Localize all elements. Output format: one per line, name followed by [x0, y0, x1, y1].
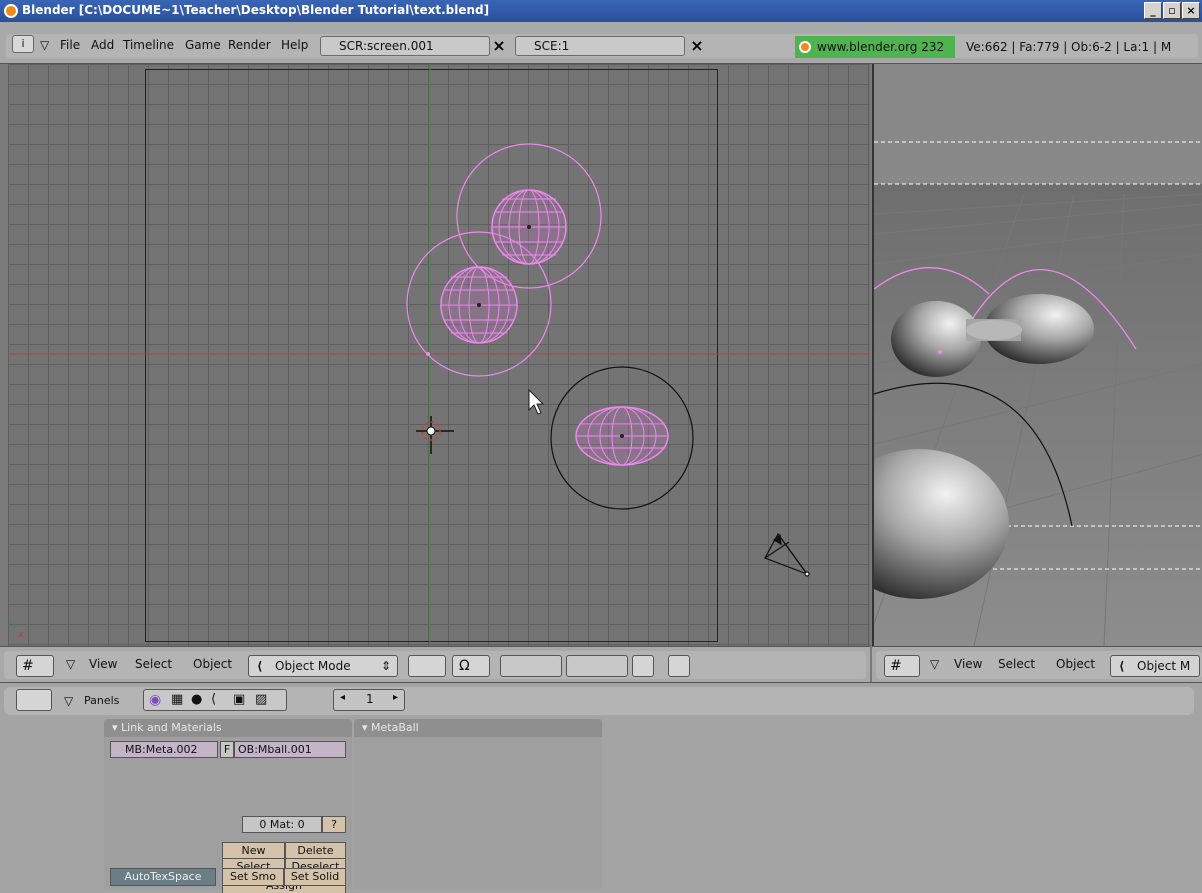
mb-datablock-field[interactable]: MB:Meta.002	[110, 741, 218, 758]
viewport-header-right: # ▽ View Select Object Object M ⟨	[872, 646, 1202, 682]
menu-file[interactable]: File	[60, 38, 80, 52]
new-material-button[interactable]: New	[222, 842, 285, 859]
window-titlebar: Blender [C:\DOCUME~1\Teacher\Desktop\Ble…	[0, 0, 1202, 22]
set-smooth-button[interactable]: Set Smo	[222, 868, 284, 886]
screen-field[interactable]: SCR:screen.001	[320, 36, 490, 56]
website-label: www.blender.org 232	[795, 36, 955, 58]
metaball-single	[550, 366, 694, 510]
buttons-window: ▽ Panels ◉ ▦ ● ⟨ ▣ ▨ ◂ 1 ▸ ▾ Link and Ma…	[0, 682, 1202, 893]
menu-render[interactable]: Render	[228, 38, 271, 52]
blender-orange-icon	[799, 41, 811, 53]
delete-scene-x-icon[interactable]: ×	[688, 36, 706, 56]
ob-datablock-field[interactable]: OB:Mball.001	[234, 741, 346, 758]
material-query-button[interactable]: ?	[322, 816, 346, 833]
viewport-scene	[8, 64, 870, 646]
camera-object-icon	[764, 532, 810, 577]
viewport-type-grid-icon[interactable]: #	[16, 655, 54, 677]
3d-viewport-main[interactable]: y x	[8, 64, 870, 646]
minimize-button[interactable]: _	[1144, 2, 1162, 19]
layer-buttons-right[interactable]	[566, 655, 628, 677]
pivot-icon[interactable]: Ω	[452, 655, 490, 677]
menu-game[interactable]: Game	[185, 38, 221, 52]
link-materials-panel: ▾ Link and Materials MB:Meta.002 F OB:Mb…	[104, 719, 352, 893]
layer-buttons-left[interactable]	[500, 655, 562, 677]
window-title: Blender [C:\DOCUME~1\Teacher\Desktop\Ble…	[22, 3, 490, 17]
metaball-panel-header[interactable]: ▾ MetaBall	[354, 719, 602, 737]
chevron-updown-icon: ⇕	[380, 659, 391, 673]
collapse-triangle-icon[interactable]: ▽	[66, 657, 75, 671]
collapse-triangle-icon[interactable]: ▽	[40, 38, 49, 52]
material-index-stepper[interactable]: 0 Mat: 0	[242, 816, 322, 833]
lock-icon[interactable]	[632, 655, 654, 677]
delete-material-button[interactable]: Delete	[285, 842, 346, 859]
delete-screen-x-icon[interactable]: ×	[490, 36, 508, 56]
scene-field[interactable]: SCE:1	[515, 36, 685, 56]
3d-viewport-right[interactable]	[872, 64, 1202, 646]
metaball-pair	[406, 143, 602, 377]
set-solid-button[interactable]: Set Solid	[284, 868, 346, 886]
buttons-window-type-icon[interactable]	[16, 689, 52, 711]
panels-label: Panels	[84, 694, 120, 707]
menu-help[interactable]: Help	[281, 38, 308, 52]
menu-timeline[interactable]: Timeline	[123, 38, 174, 52]
link-materials-panel-header[interactable]: ▾ Link and Materials	[104, 719, 352, 737]
3d-cursor-icon	[416, 416, 454, 454]
context-icons[interactable]: ◉ ▦ ● ⟨ ▣ ▨	[143, 689, 287, 711]
viewport-header-main: # ▽ View Select Object Object Mode ⟨ ⇕ Ω	[0, 646, 870, 682]
info-window-type-icon[interactable]: i	[12, 35, 34, 53]
menu-view-right[interactable]: View	[954, 657, 982, 671]
collapse-triangle-icon-panels[interactable]: ▽	[64, 694, 73, 708]
axis-y-label: y	[12, 620, 18, 630]
menu-select-right[interactable]: Select	[998, 657, 1035, 671]
scene-stats: Ve:662 | Fa:779 | Ob:6-2 | La:1 | M	[966, 40, 1172, 54]
draw-type-icon[interactable]	[408, 655, 446, 677]
collapse-triangle-icon-right[interactable]: ▽	[930, 657, 939, 671]
fake-user-button[interactable]: F	[220, 741, 234, 758]
menu-object[interactable]: Object	[193, 657, 232, 671]
frame-stepper[interactable]: ◂ 1 ▸	[333, 689, 405, 711]
menu-view[interactable]: View	[89, 657, 117, 671]
mouse-pointer-icon	[528, 388, 545, 415]
blender-app: Blender [C:\DOCUME~1\Teacher\Desktop\Ble…	[0, 0, 1202, 893]
right-viewport-scene	[874, 64, 1202, 646]
menu-add[interactable]: Add	[91, 38, 114, 52]
close-button[interactable]: ×	[1182, 2, 1200, 19]
metaball-panel: ▾ MetaBall	[354, 719, 602, 889]
axis-x-label: x	[18, 630, 24, 640]
object-mode-dropdown[interactable]: Object Mode ⟨ ⇕	[248, 655, 398, 677]
menu-object-right[interactable]: Object	[1056, 657, 1095, 671]
object-mode-icon-right: ⟨	[1119, 659, 1125, 673]
object-mode-dropdown-right[interactable]: Object M ⟨	[1110, 655, 1200, 677]
render-preview-icon[interactable]	[668, 655, 690, 677]
maximize-button[interactable]: ▫	[1163, 2, 1181, 19]
menu-select[interactable]: Select	[135, 657, 172, 671]
autotexspace-toggle[interactable]: AutoTexSpace	[110, 868, 216, 886]
blender-logo-icon	[4, 4, 18, 18]
viewport-type-grid-icon-right[interactable]: #	[884, 655, 920, 677]
object-mode-icon: ⟨	[257, 659, 263, 673]
